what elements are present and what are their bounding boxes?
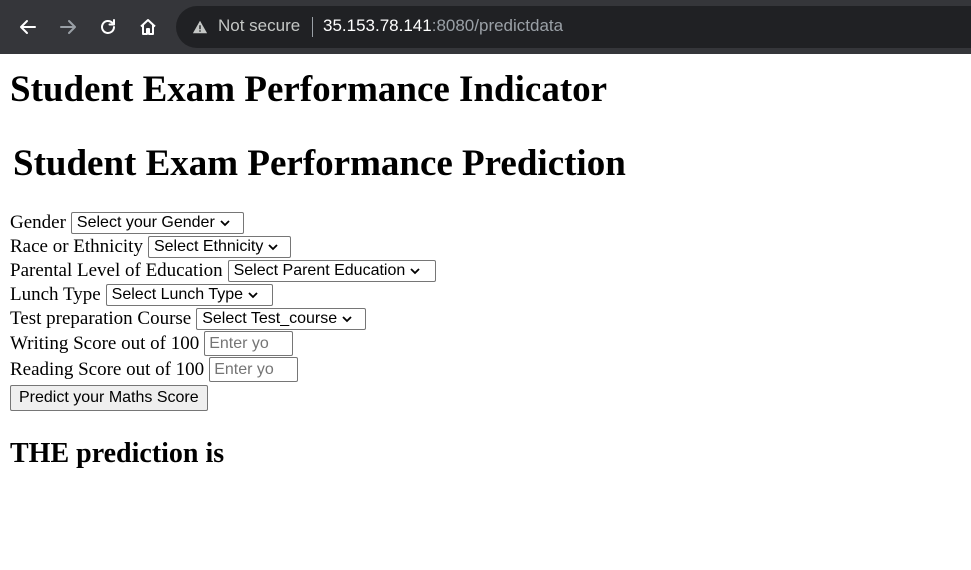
- chevron-down-icon: [267, 241, 279, 253]
- writing-score-row: Writing Score out of 100: [10, 331, 294, 356]
- ethnicity-select-value: Select Ethnicity: [153, 238, 264, 255]
- reading-score-row: Reading Score out of 100: [10, 357, 299, 382]
- writing-score-label: Writing Score out of 100: [10, 332, 200, 354]
- writing-score-input[interactable]: [204, 331, 294, 356]
- ethnicity-select[interactable]: Select Ethnicity: [147, 236, 291, 258]
- home-button[interactable]: [133, 12, 163, 42]
- test-prep-label: Test preparation Course: [10, 308, 192, 329]
- lunch-label: Lunch Type: [10, 284, 101, 305]
- parental-education-label: Parental Level of Education: [10, 260, 223, 281]
- lunch-select-value: Select Lunch Type: [111, 286, 244, 303]
- chevron-down-icon: [409, 265, 421, 277]
- parental-education-row: Parental Level of Education Select Paren…: [10, 260, 436, 282]
- test-prep-select[interactable]: Select Test_course: [196, 308, 367, 330]
- arrow-left-icon: [20, 20, 36, 34]
- lunch-row: Lunch Type Select Lunch Type: [10, 284, 273, 306]
- test-prep-row: Test preparation Course Select Test_cour…: [10, 308, 367, 330]
- ethnicity-label: Race or Ethnicity: [10, 236, 143, 257]
- gender-row: Gender Select your Gender: [10, 212, 244, 234]
- url-host: 35.153.78.141: [323, 16, 432, 35]
- reload-icon: [101, 19, 115, 34]
- browser-toolbar: Not secure 35.153.78.141:8080/predictdat…: [0, 0, 971, 54]
- parental-education-select[interactable]: Select Parent Education: [227, 260, 436, 282]
- reload-button[interactable]: [93, 12, 123, 42]
- gender-select[interactable]: Select your Gender: [70, 212, 244, 234]
- address-separator: [312, 17, 313, 37]
- url-text[interactable]: 35.153.78.141:8080/predictdata: [323, 16, 563, 36]
- form-title: Student Exam Performance Prediction: [13, 143, 626, 184]
- reading-score-label: Reading Score out of 100: [10, 358, 205, 380]
- chevron-down-icon: [219, 217, 231, 229]
- home-icon: [140, 19, 156, 35]
- gender-label: Gender: [10, 212, 66, 233]
- page-title: Student Exam Performance Indicator: [10, 69, 608, 110]
- warning-triangle-icon[interactable]: [191, 18, 209, 36]
- chevron-down-icon: [341, 313, 353, 325]
- arrow-right-icon: [60, 20, 76, 34]
- forward-button[interactable]: [53, 12, 83, 42]
- prediction-result: THE prediction is: [10, 438, 225, 469]
- back-button[interactable]: [13, 12, 43, 42]
- address-bar[interactable]: Not secure 35.153.78.141:8080/predictdat…: [176, 6, 971, 48]
- test-prep-select-value: Select Test_course: [202, 310, 338, 327]
- gender-select-value: Select your Gender: [76, 214, 215, 231]
- url-path: :8080/predictdata: [431, 16, 564, 35]
- ethnicity-row: Race or Ethnicity Select Ethnicity: [10, 236, 291, 258]
- predict-button[interactable]: Predict your Maths Score: [10, 385, 208, 411]
- reading-score-input[interactable]: [209, 357, 299, 382]
- chevron-down-icon: [247, 289, 259, 301]
- lunch-select[interactable]: Select Lunch Type: [105, 284, 273, 306]
- parental-education-select-value: Select Parent Education: [233, 262, 406, 279]
- security-label[interactable]: Not secure: [218, 16, 300, 36]
